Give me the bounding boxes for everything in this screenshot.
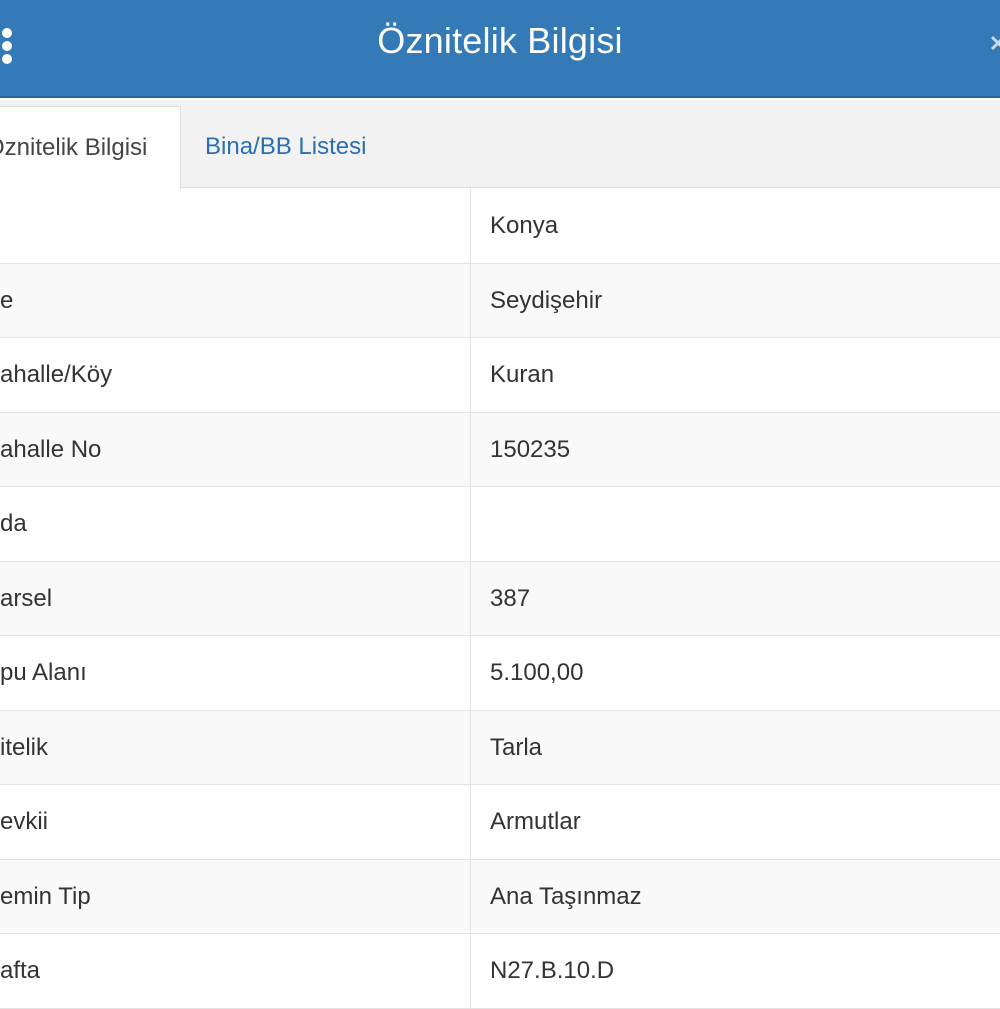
row-label: evkii — [0, 808, 49, 835]
row-label: arsel — [0, 584, 53, 612]
page-title: Öznitelik Bilgisi — [377, 20, 623, 61]
table-row: evkii Armutlar — [0, 785, 1000, 860]
row-label: pu Alanı — [0, 659, 87, 686]
row-value: N27.B.10.D — [470, 934, 1000, 1008]
table-row: afta N27.B.10.D — [0, 934, 1000, 1009]
row-value: Ana Taşınmaz — [470, 859, 1000, 933]
row-value: Konya — [470, 189, 1000, 263]
close-icon[interactable] — [990, 28, 1000, 58]
row-label: ahalle No — [0, 435, 102, 463]
row-value: 5.100,00 — [470, 636, 1000, 710]
table-row: itelik Tarla — [0, 710, 1000, 785]
row-value: Armutlar — [470, 785, 1000, 859]
table-row: da — [0, 487, 1000, 562]
row-label: da — [0, 510, 27, 537]
row-value: Kuran — [470, 338, 1000, 412]
tab-bar: Öznitelik Bilgisi Bina/BB Listesi — [0, 100, 1000, 189]
tab-oznitelik-bilgisi[interactable]: Öznitelik Bilgisi — [0, 106, 181, 189]
row-label: ahalle/Köy — [0, 361, 113, 388]
tab-bina-bb-listesi[interactable]: Bina/BB Listesi — [205, 106, 366, 188]
row-label: emin Tip — [0, 882, 91, 910]
row-value: 150235 — [470, 412, 1000, 486]
table-row: ahalle/Köy Kuran — [0, 338, 1000, 413]
table-row: emin Tip Ana Taşınmaz — [0, 859, 1000, 934]
attribute-table: Konya e Seydişehir ahalle/Köy Kuran ahal… — [0, 189, 1000, 1009]
table-row: ahalle No 150235 — [0, 412, 1000, 487]
table-row: Konya — [0, 189, 1000, 264]
row-value: Tarla — [470, 710, 1000, 784]
table-row: e Seydişehir — [0, 263, 1000, 338]
row-value — [470, 487, 1000, 561]
row-value: 387 — [470, 561, 1000, 635]
app-header: Öznitelik Bilgisi — [0, 0, 1000, 98]
table-row: arsel 387 — [0, 561, 1000, 636]
row-label — [0, 189, 470, 263]
table-row: pu Alanı 5.100,00 — [0, 636, 1000, 711]
row-value: Seydişehir — [470, 263, 1000, 337]
row-label: afta — [0, 957, 41, 984]
row-label: itelik — [0, 733, 49, 761]
row-label: e — [0, 286, 14, 314]
